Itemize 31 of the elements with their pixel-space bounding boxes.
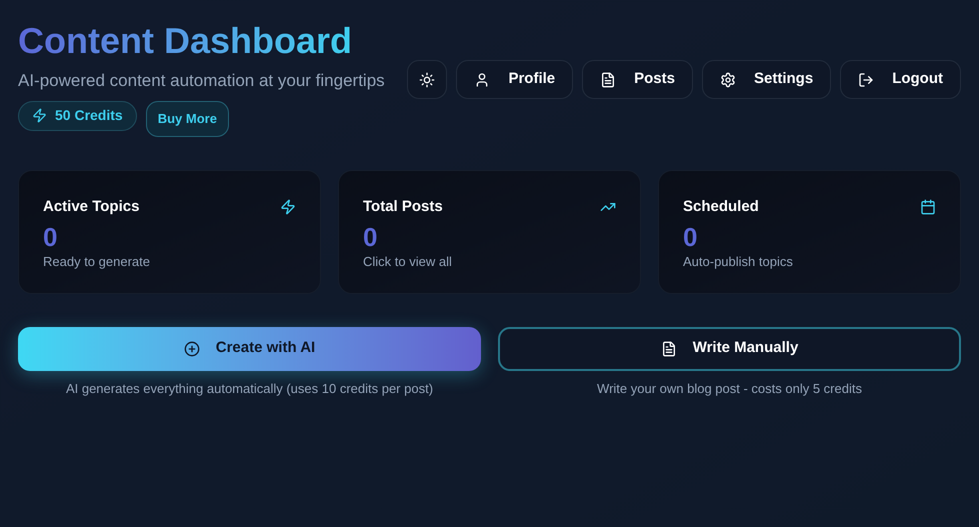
- write-manually-button[interactable]: Write Manually: [498, 326, 961, 370]
- lightning-icon: [280, 198, 296, 215]
- nav-button[interactable]: Settings: [702, 60, 832, 99]
- nav-button[interactable]: Logout: [840, 60, 961, 99]
- stat-title: Total Posts: [363, 196, 443, 216]
- user-icon: [474, 72, 490, 88]
- action-caption: AI generates everything automatically (uses 10 credits per post): [66, 380, 434, 398]
- stat-title: Active Topics: [43, 196, 140, 216]
- credits-count: 50 Credits: [55, 106, 123, 125]
- action-caption: Write your own blog post - costs only 5 credits: [597, 380, 862, 398]
- create-with-ai-button[interactable]: Create with AI: [18, 326, 481, 370]
- logout-icon: [858, 72, 874, 88]
- stat-caption: Auto-publish topics: [683, 253, 794, 271]
- stat-value: 0: [43, 222, 58, 252]
- settings-icon: [720, 72, 736, 88]
- document-icon: [600, 72, 616, 88]
- stat-value: 0: [683, 222, 698, 252]
- nav-button[interactable]: Posts: [582, 60, 693, 99]
- theme-toggle-button[interactable]: [407, 60, 448, 99]
- stat-caption: Click to view all: [363, 253, 453, 271]
- stat-caption: Ready to generate: [43, 253, 151, 271]
- calendar-icon: [920, 198, 936, 215]
- lightning-icon: [32, 108, 47, 123]
- stat-title: Scheduled: [683, 196, 759, 216]
- subtitle: AI-powered content automation at your fingertips: [18, 70, 385, 92]
- plus-circle-icon: [184, 340, 200, 356]
- nav-button[interactable]: Profile: [456, 60, 574, 99]
- document-icon: [660, 340, 677, 356]
- sun-icon: [419, 72, 436, 88]
- stat-value: 0: [363, 222, 378, 252]
- buy-more-button[interactable]: Buy More: [146, 100, 229, 136]
